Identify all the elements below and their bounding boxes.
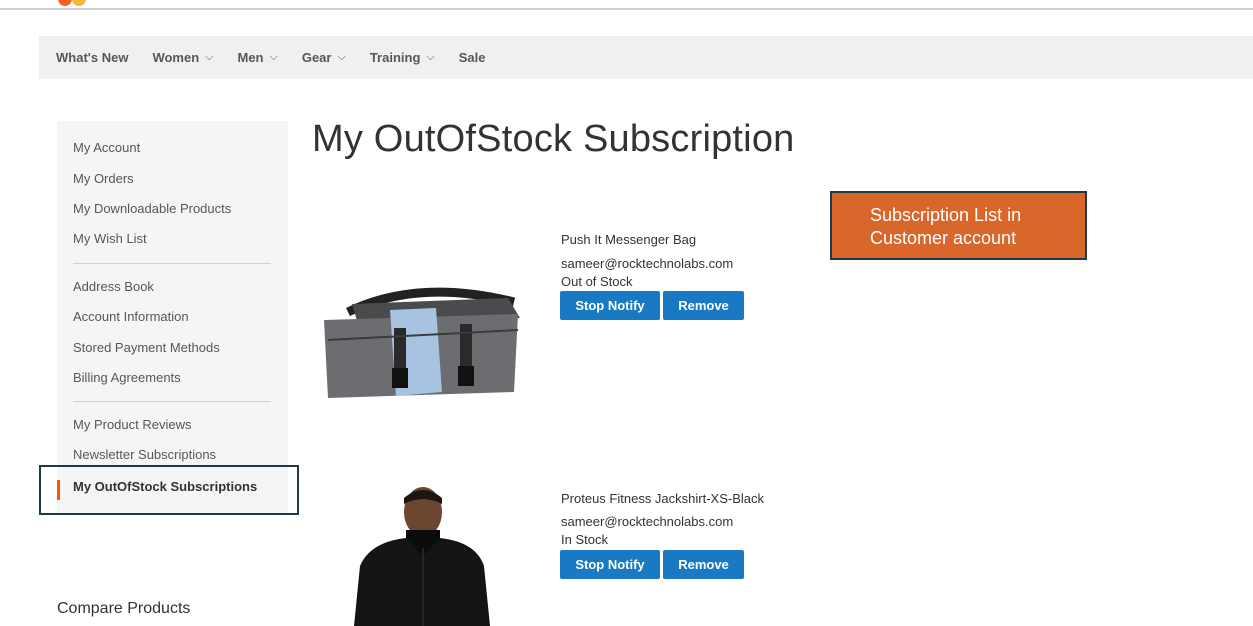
subscriber-email: sameer@rocktechnolabs.com xyxy=(561,256,734,271)
nav-item-whats-new[interactable]: What's New xyxy=(56,50,128,65)
sidebar-divider xyxy=(73,401,271,402)
nav-item-men[interactable]: Men ⌵ xyxy=(238,50,278,65)
sidebar-item-account-information[interactable]: Account Information xyxy=(73,309,189,324)
sidebar-item-product-reviews[interactable]: My Product Reviews xyxy=(73,417,191,432)
main-navigation: What's New Women ⌵ Men ⌵ Gear ⌵ Training ⌵ S… xyxy=(39,36,1253,79)
annotation-callout: Subscription List in Customer account xyxy=(830,191,1087,260)
sidebar-divider xyxy=(73,263,271,264)
nav-item-gear[interactable]: Gear ⌵ xyxy=(302,50,346,65)
chevron-down-icon: ⌵ xyxy=(205,51,214,63)
sidebar-item-stored-payment-methods[interactable]: Stored Payment Methods xyxy=(73,340,220,355)
sidebar-item-billing-agreements[interactable]: Billing Agreements xyxy=(73,370,181,385)
product-name[interactable]: Push It Messenger Bag xyxy=(561,232,696,247)
stock-status: In Stock xyxy=(561,532,608,547)
store-logo[interactable] xyxy=(58,0,92,10)
messenger-bag-image[interactable] xyxy=(318,280,524,404)
sidebar-item-my-orders[interactable]: My Orders xyxy=(73,171,134,186)
compare-products-title: Compare Products xyxy=(57,600,191,617)
nav-item-sale[interactable]: Sale xyxy=(459,50,486,65)
remove-button[interactable]: Remove xyxy=(663,550,744,579)
stock-status: Out of Stock xyxy=(561,274,633,289)
stop-notify-button[interactable]: Stop Notify xyxy=(560,550,660,579)
chevron-down-icon: ⌵ xyxy=(269,51,278,63)
account-sidebar: My Account My Orders My Downloadable Pro… xyxy=(57,121,288,513)
sidebar-item-newsletter-subscriptions[interactable]: Newsletter Subscriptions xyxy=(73,447,216,462)
sidebar-item-downloadable-products[interactable]: My Downloadable Products xyxy=(73,201,231,216)
sidebar-item-my-account[interactable]: My Account xyxy=(73,140,140,155)
nav-item-training[interactable]: Training ⌵ xyxy=(370,50,435,65)
product-name[interactable]: Proteus Fitness Jackshirt-XS-Black xyxy=(561,491,764,506)
nav-item-women[interactable]: Women ⌵ xyxy=(152,50,213,65)
subscriber-email: sameer@rocktechnolabs.com xyxy=(561,514,734,529)
header-divider xyxy=(0,8,1253,10)
remove-button[interactable]: Remove xyxy=(663,291,744,320)
chevron-down-icon: ⌵ xyxy=(337,51,346,63)
jackshirt-image[interactable] xyxy=(348,486,496,626)
page-title: My OutOfStock Subscription xyxy=(312,118,795,160)
chevron-down-icon: ⌵ xyxy=(426,51,435,63)
annotation-highlight-box xyxy=(39,465,299,515)
sidebar-item-address-book[interactable]: Address Book xyxy=(73,279,154,294)
sidebar-item-wish-list[interactable]: My Wish List xyxy=(73,231,147,246)
stop-notify-button[interactable]: Stop Notify xyxy=(560,291,660,320)
